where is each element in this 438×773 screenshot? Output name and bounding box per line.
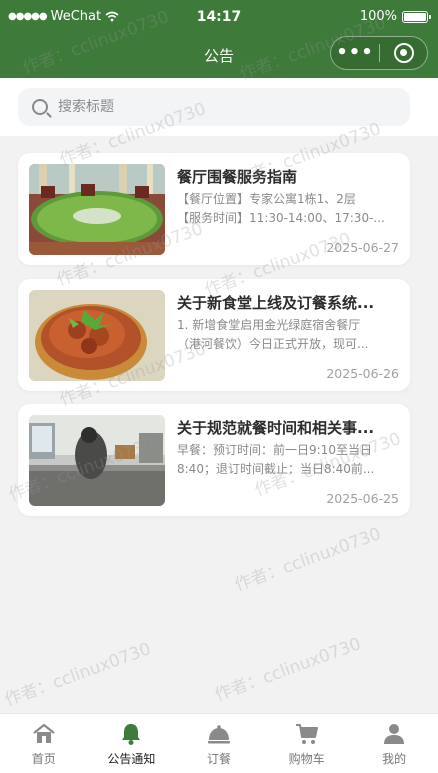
notice-summary-line: 1. 新增食堂启用金光绿庭宿舍餐厅 <box>177 318 361 332</box>
battery: 100% <box>359 9 431 24</box>
notice-summary: 早餐：预订时间：前一日9:10至当日 8:40；退订时间截止：当日8:40前..… <box>177 441 399 479</box>
notice-summary: 1. 新增食堂启用金光绿庭宿舍餐厅 （港河餐饮）今日正式开放，现可... <box>177 316 399 354</box>
watermark: 作者：cclinux0730 <box>2 639 154 711</box>
tab-home[interactable]: 首页 <box>0 714 88 773</box>
notice-title: 餐厅围餐服务指南 <box>177 168 298 186</box>
notice-card[interactable]: 餐厅围餐服务指南 【餐厅位置】专家公寓1栋1、2层 【服务时间】11:30-14… <box>18 153 410 265</box>
notice-summary-line: 8:40；退订时间截止：当日8:40前... <box>177 462 375 476</box>
status-bar: ●●●●● WeChat 14:17 100% <box>0 0 438 32</box>
notice-summary-line: 【餐厅位置】专家公寓1栋1、2层 <box>177 192 356 206</box>
notice-summary-line: 早餐：预订时间：前一日9:10至当日 <box>177 443 372 457</box>
watermark: 作者：cclinux0730 <box>212 634 364 706</box>
notice-summary: 【餐厅位置】专家公寓1栋1、2层 【服务时间】11:30-14:00、17:30… <box>177 190 399 228</box>
tab-label: 购物车 <box>288 752 325 766</box>
canteen-counter-image <box>29 415 165 506</box>
close-mini-program-button[interactable] <box>380 43 427 63</box>
home-icon <box>33 723 55 743</box>
tab-label: 订餐 <box>206 752 231 766</box>
more-dots-icon[interactable]: ••• <box>331 36 379 70</box>
restaurant-table-image <box>29 164 165 255</box>
bell-icon <box>122 724 141 745</box>
tab-notices[interactable]: 公告通知 <box>88 714 176 773</box>
search-box[interactable] <box>18 88 410 126</box>
notice-date: 2025-06-27 <box>326 240 399 255</box>
search-input[interactable] <box>58 99 358 115</box>
notice-summary-line: 【服务时间】11:30-14:00、17:30-... <box>177 211 385 225</box>
bottom-tab-bar: 首页 公告通知 订餐 购物车 我的 <box>0 713 438 773</box>
notice-title: 关于规范就餐时间和相关事... <box>177 419 375 437</box>
header: ●●●●● WeChat 14:17 100% 公告 ••• <box>0 0 438 78</box>
mini-program-capsule: ••• <box>330 36 428 70</box>
notice-date: 2025-06-26 <box>326 366 399 381</box>
notice-thumbnail <box>29 290 165 381</box>
tab-cart[interactable]: 购物车 <box>263 714 351 773</box>
target-circle-icon <box>393 43 414 63</box>
tab-order[interactable]: 订餐 <box>175 714 263 773</box>
cart-icon <box>295 724 318 744</box>
battery-percent: 100% <box>359 9 397 24</box>
notice-title: 关于新食堂上线及订餐系统... <box>177 294 375 312</box>
notice-summary-line: （港河餐饮）今日正式开放，现可... <box>177 337 369 351</box>
search-icon <box>32 99 48 115</box>
notice-card[interactable]: 关于新食堂上线及订餐系统... 1. 新增食堂启用金光绿庭宿舍餐厅 （港河餐饮）… <box>18 279 410 391</box>
tab-profile[interactable]: 我的 <box>350 714 438 773</box>
notice-thumbnail <box>29 415 165 506</box>
food-dish-image <box>29 290 165 381</box>
tab-label: 首页 <box>31 752 56 766</box>
watermark: 作者：cclinux0730 <box>232 524 384 596</box>
notice-card[interactable]: 关于规范就餐时间和相关事... 早餐：预订时间：前一日9:10至当日 8:40；… <box>18 404 410 516</box>
battery-icon <box>402 10 431 23</box>
notice-thumbnail <box>29 164 165 255</box>
tab-label: 公告通知 <box>107 752 156 766</box>
notice-date: 2025-06-25 <box>326 491 399 506</box>
cloche-icon <box>207 725 230 744</box>
search-bar-area <box>0 78 438 136</box>
user-icon <box>384 724 405 744</box>
tab-label: 我的 <box>382 752 407 766</box>
